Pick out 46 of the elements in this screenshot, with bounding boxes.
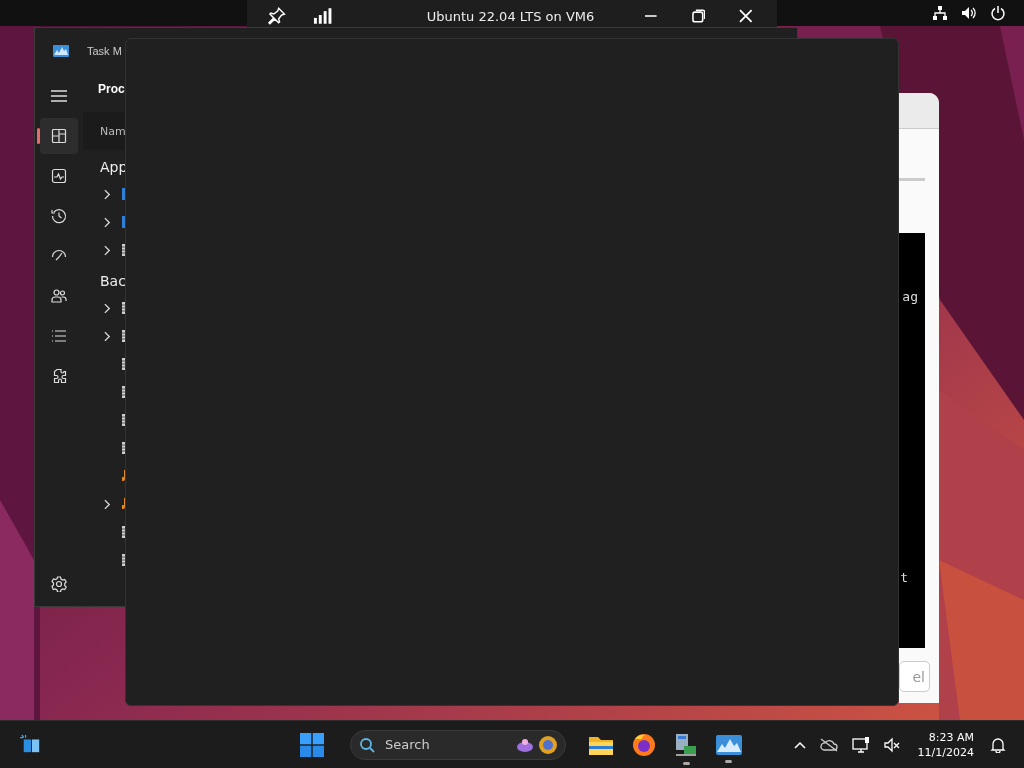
chevron-icon[interactable] [103, 330, 111, 342]
settings-icon[interactable] [51, 576, 67, 592]
clock-history-icon [51, 208, 67, 224]
network-app-icon[interactable] [674, 732, 698, 757]
chevron-up-icon[interactable] [793, 740, 806, 749]
search-bar[interactable]: Search [350, 729, 566, 760]
app-icon [53, 45, 69, 57]
close-icon[interactable] [739, 9, 753, 23]
pin-icon[interactable] [267, 6, 287, 26]
widgets-icon[interactable] [20, 734, 42, 754]
column-header[interactable]: Nam [100, 124, 126, 138]
menu-icon[interactable] [51, 90, 67, 102]
list-icon [51, 328, 67, 344]
monitor-icon[interactable] [851, 736, 870, 753]
music-note-icon [122, 470, 127, 482]
search-input[interactable]: Search [385, 737, 505, 752]
pulse-chart-icon [51, 168, 67, 184]
volume-icon[interactable] [961, 5, 977, 21]
group-title: Bac [100, 272, 127, 291]
nav-item[interactable] [40, 118, 78, 154]
clock[interactable]: 8:23 AM 11/1/2024 [917, 729, 974, 760]
network-icon[interactable] [932, 5, 948, 21]
window-title: Ubuntu 22.04 LTS on VM6 [426, 8, 595, 24]
users-icon [51, 288, 67, 304]
chevron-icon[interactable] [103, 216, 111, 228]
terminal-text: ag [902, 289, 918, 304]
grid-icon [51, 128, 67, 144]
power-icon[interactable] [990, 5, 1006, 21]
chevron-icon[interactable] [103, 188, 111, 200]
volume-muted-icon[interactable] [883, 736, 900, 753]
browser-icon[interactable] [632, 732, 656, 757]
chevron-icon[interactable] [103, 244, 111, 256]
cloud-off-icon[interactable] [819, 737, 838, 752]
dialog-header [899, 93, 939, 129]
window-title: Task M [87, 45, 122, 57]
task-manager-icon[interactable] [716, 734, 742, 755]
music-note-icon [122, 498, 127, 510]
restore-icon[interactable] [691, 9, 706, 23]
notification-bell-icon[interactable] [990, 736, 1006, 753]
terminal-text: t [900, 570, 908, 585]
chevron-icon[interactable] [103, 302, 111, 314]
puzzle-icon [51, 368, 67, 384]
start-icon[interactable] [300, 732, 324, 757]
chevron-icon[interactable] [103, 498, 111, 510]
search-icon [359, 736, 375, 753]
page-title: Proc [98, 82, 126, 98]
